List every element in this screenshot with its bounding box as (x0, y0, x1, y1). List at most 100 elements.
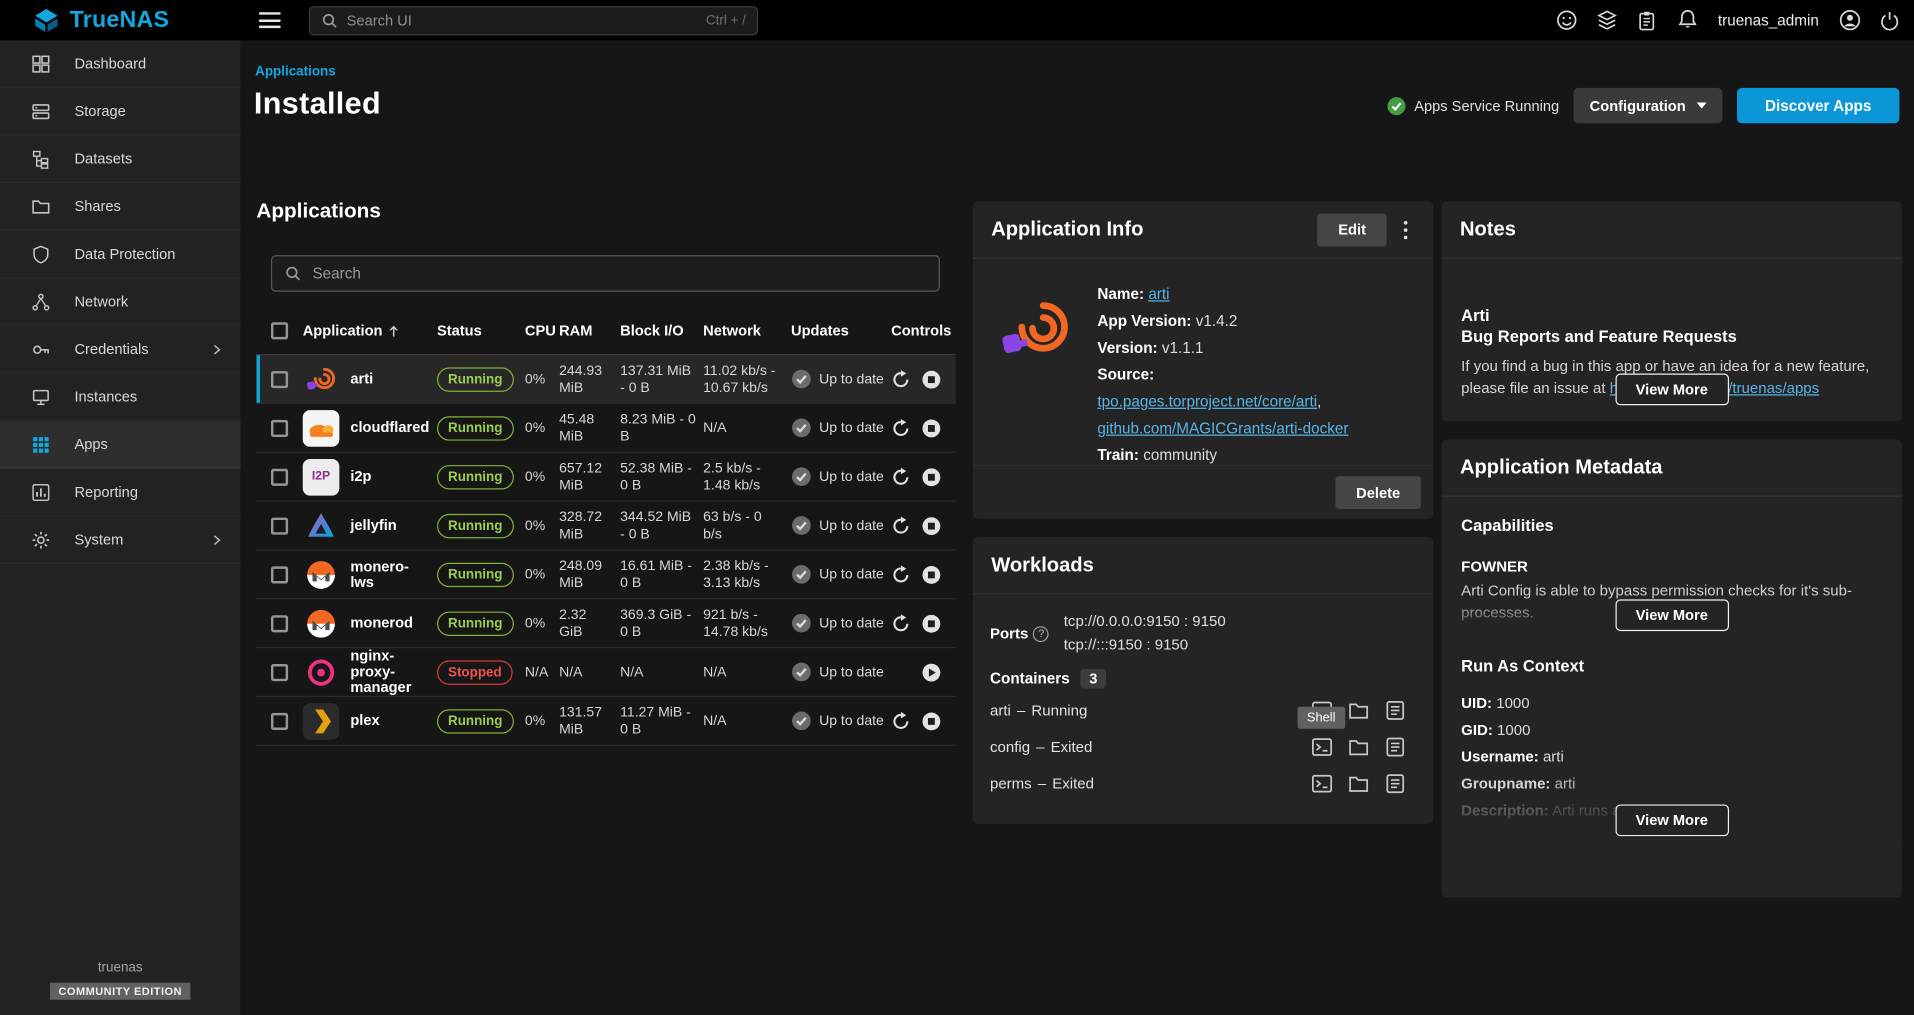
container-volumes-button[interactable] (1348, 699, 1370, 721)
restart-app-button[interactable] (891, 369, 911, 389)
restart-app-button[interactable] (891, 418, 911, 438)
restart-app-button[interactable] (891, 467, 911, 487)
capabilities-view-more-button[interactable]: View More (1615, 599, 1729, 631)
menu-toggle-icon[interactable] (259, 12, 281, 28)
run-as-view-more-button[interactable]: View More (1615, 804, 1729, 836)
sidebar-item-data-protection[interactable]: Data Protection (0, 231, 240, 279)
apps-search-input[interactable] (312, 265, 926, 282)
stop-app-button[interactable] (922, 369, 942, 389)
row-checkbox[interactable] (271, 370, 288, 387)
breadcrumb[interactable]: Applications (255, 65, 336, 80)
restart-app-button[interactable] (891, 711, 911, 731)
sidebar-item-instances[interactable]: Instances (0, 374, 240, 422)
restart-app-button[interactable] (891, 565, 911, 585)
uid-line: UID: 1000 (1461, 690, 1882, 717)
source-link-1[interactable]: tpo.pages.torproject.net/core/arti (1097, 393, 1317, 410)
column-application[interactable]: Application (303, 322, 437, 339)
app-row-jellyfin[interactable]: jellyfin Running 0% 328.72 MiB 344.52 Mi… (256, 502, 955, 551)
container-logs-button[interactable] (1384, 699, 1406, 721)
column-status[interactable]: Status (437, 322, 525, 339)
nginx-proxy-manager-app-icon (303, 654, 340, 691)
app-row-monero-lws[interactable]: monero-lws Running 0% 248.09 MiB 16.61 M… (256, 551, 955, 600)
stop-app-button[interactable] (922, 711, 942, 731)
row-checkbox[interactable] (271, 517, 288, 534)
app-row-nginx-proxy-manager[interactable]: nginx-proxy-manager Stopped N/A N/A N/A … (256, 648, 955, 697)
notes-view-more-button[interactable]: View More (1615, 374, 1729, 406)
sidebar-item-reporting[interactable]: Reporting (0, 469, 240, 517)
jellyfin-app-icon (303, 507, 340, 544)
sidebar-item-network[interactable]: Network (0, 278, 240, 326)
row-checkbox[interactable] (271, 663, 288, 680)
global-search-input[interactable] (347, 12, 698, 29)
ports-info-icon[interactable]: ? (1033, 626, 1049, 642)
cpu-value: 0% (525, 370, 559, 387)
feedback-icon[interactable] (1554, 8, 1578, 32)
restart-app-button[interactable] (891, 613, 911, 633)
source-link-2[interactable]: github.com/MAGICGrants/arti-docker (1097, 420, 1348, 437)
sidebar-item-dashboard[interactable]: Dashboard (0, 40, 240, 88)
alerts-bell-icon[interactable] (1675, 8, 1699, 32)
sidebar-item-datasets[interactable]: Datasets (0, 135, 240, 183)
app-row-cloudflared[interactable]: cloudflared Running 0% 45.48 MiB 8.23 Mi… (256, 404, 955, 453)
select-all-checkbox[interactable] (271, 322, 288, 339)
app-name-link[interactable]: arti (1148, 286, 1169, 303)
column-ram[interactable]: RAM (559, 322, 620, 339)
row-checkbox[interactable] (271, 615, 288, 632)
jobs-icon[interactable] (1635, 8, 1659, 32)
container-logs-button[interactable] (1384, 735, 1406, 757)
stop-app-button[interactable] (922, 565, 942, 585)
column-block-io[interactable]: Block I/O (620, 322, 703, 339)
search-shortcut-hint: Ctrl + / (706, 13, 746, 28)
column-controls: Controls (891, 322, 956, 339)
update-stack-icon[interactable] (1595, 8, 1619, 32)
cpu-value: 0% (525, 712, 559, 729)
stop-app-button[interactable] (922, 418, 942, 438)
container-logs-button[interactable] (1384, 772, 1406, 794)
arti-app-icon (303, 361, 340, 398)
row-checkbox[interactable] (271, 712, 288, 729)
restart-app-button[interactable] (891, 516, 911, 536)
container-shell-button[interactable] (1311, 735, 1333, 757)
app-row-i2p[interactable]: I2Pi2p Running 0% 657.12 MiB 52.38 MiB -… (256, 453, 955, 502)
truenas-logo[interactable]: TrueNAS (0, 7, 240, 34)
power-icon[interactable] (1877, 8, 1901, 32)
app-row-plex[interactable]: plex Running 0% 131.57 MiB 11.27 MiB - 0… (256, 697, 955, 746)
app-name: i2p (350, 469, 371, 485)
stop-app-button[interactable] (922, 613, 942, 633)
stop-app-button[interactable] (922, 516, 942, 536)
row-checkbox[interactable] (271, 419, 288, 436)
column-cpu[interactable]: CPU (525, 322, 559, 339)
sidebar-item-apps[interactable]: Apps (0, 421, 240, 469)
sidebar-item-shares[interactable]: Shares (0, 183, 240, 231)
username-line: Username: arti (1461, 743, 1882, 770)
logged-in-username: truenas_admin (1718, 12, 1819, 29)
row-checkbox[interactable] (271, 468, 288, 485)
column-updates[interactable]: Updates (791, 322, 891, 339)
app-row-monerod[interactable]: monerod Running 0% 2.32 GiB 369.3 GiB - … (256, 599, 955, 648)
apps-search[interactable] (271, 255, 940, 292)
sidebar-item-credentials[interactable]: Credentials (0, 326, 240, 374)
user-menu-icon[interactable] (1837, 8, 1861, 32)
sidebar-item-system[interactable]: System (0, 516, 240, 564)
plex-app-icon (303, 703, 340, 740)
column-network[interactable]: Network (703, 322, 791, 339)
app-row-arti[interactable]: arti Running 0% 244.93 MiB 137.31 MiB - … (256, 355, 955, 404)
stop-app-button[interactable] (922, 467, 942, 487)
up-to-date-check-icon (791, 369, 812, 390)
hostname: truenas (0, 961, 240, 976)
container-volumes-button[interactable] (1348, 735, 1370, 757)
more-options-icon[interactable] (1396, 215, 1414, 243)
container-volumes-button[interactable] (1348, 772, 1370, 794)
containers-count-badge: 3 (1081, 669, 1106, 689)
sidebar-item-storage[interactable]: Storage (0, 88, 240, 136)
row-checkbox[interactable] (271, 566, 288, 583)
global-search[interactable]: Ctrl + / (309, 5, 758, 34)
capability-name: FOWNER (1461, 558, 1882, 575)
configuration-button[interactable]: Configuration (1574, 88, 1723, 123)
edit-button[interactable]: Edit (1318, 213, 1387, 246)
notes-title: Notes (1460, 218, 1884, 241)
delete-button[interactable]: Delete (1335, 476, 1420, 509)
start-app-button[interactable] (922, 662, 942, 682)
discover-apps-button[interactable]: Discover Apps (1737, 88, 1899, 123)
container-shell-button[interactable] (1311, 772, 1333, 794)
